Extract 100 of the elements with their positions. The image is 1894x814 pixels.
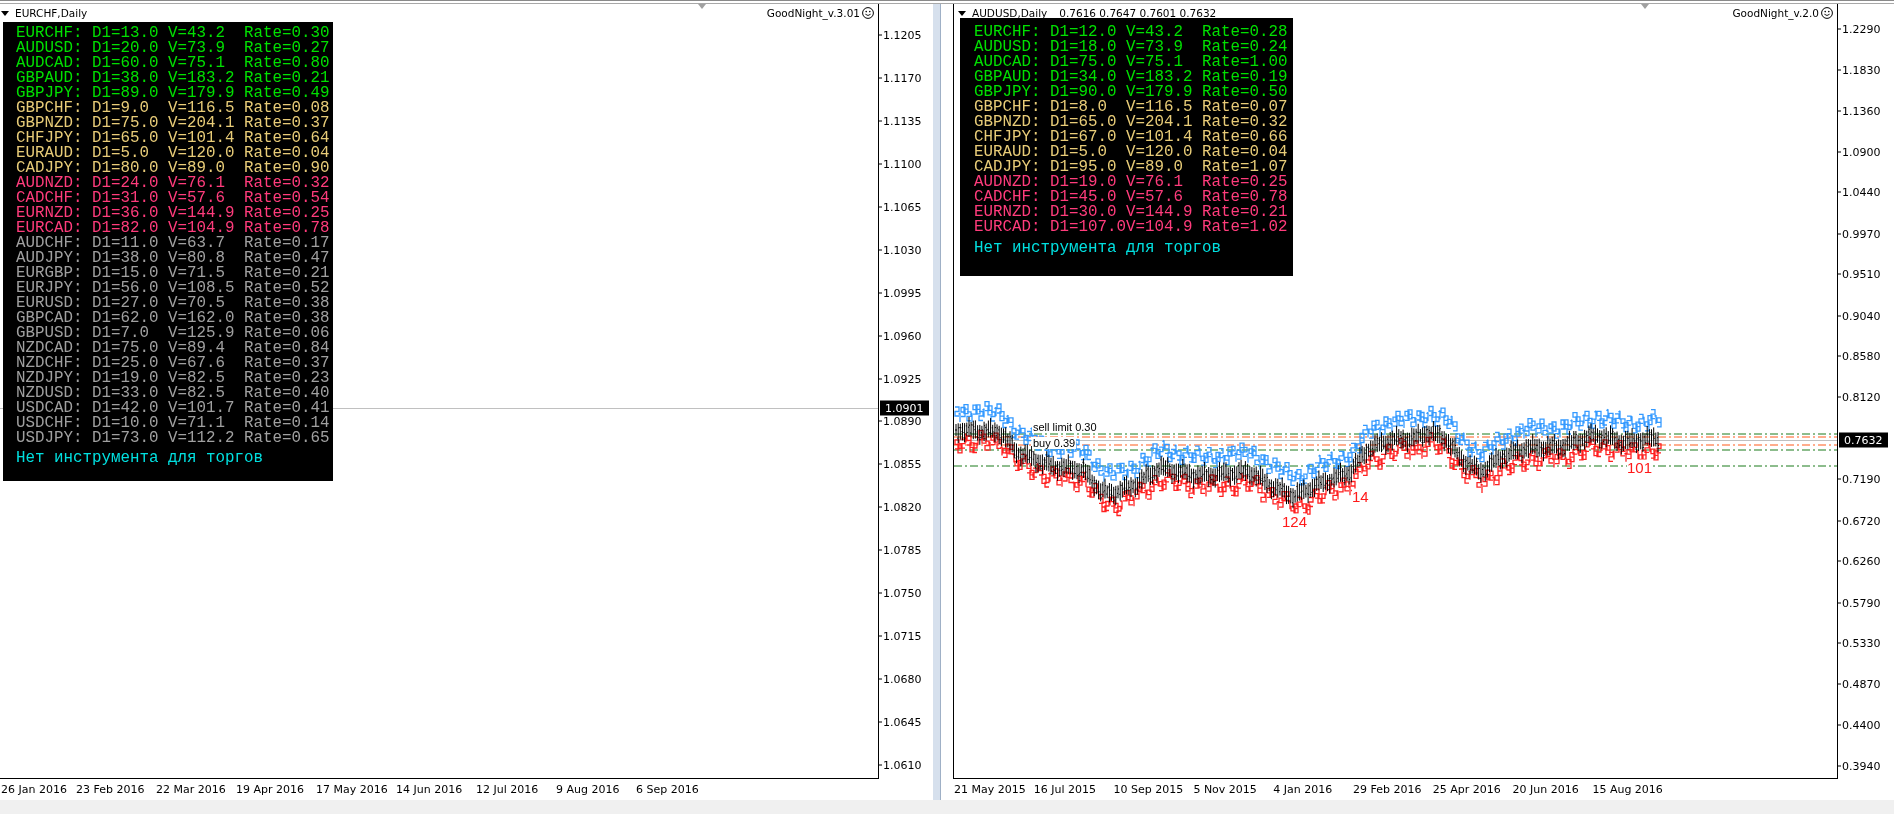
rate-value: Rate=0.78	[243, 221, 330, 236]
d1-value: D1=80.0	[92, 161, 159, 176]
d1-value: D1=65.0	[92, 131, 159, 146]
rate-value: Rate=0.25	[243, 206, 330, 221]
pair-name: CADCHF:	[16, 191, 83, 206]
pair-name: GBPAUD:	[974, 70, 1041, 85]
price-label: 1.0960	[883, 329, 922, 343]
bar-number-label: 14	[1352, 488, 1369, 504]
date-label: 26 Jan 2016	[1, 783, 67, 796]
price-label: 1.0890	[883, 414, 922, 428]
date-label: 19 Apr 2016	[236, 783, 304, 796]
pair-name: EURNZD:	[974, 205, 1041, 220]
date-label: 23 Feb 2016	[76, 783, 145, 796]
d1-value: D1=24.0	[92, 176, 159, 191]
pair-name: EURGBP:	[16, 266, 83, 281]
rate-value: Rate=0.65	[243, 431, 330, 446]
v-value: V=89.4	[167, 341, 225, 356]
rate-value: Rate=0.66	[1201, 130, 1288, 145]
price-label: 1.1135	[883, 114, 922, 128]
d1-value: D1=12.0	[1050, 25, 1117, 40]
date-label: 5 Nov 2015	[1193, 783, 1257, 796]
pair-name: AUDUSD:	[974, 40, 1041, 55]
v-value: V=71.5	[167, 266, 225, 281]
date-label: 20 Jun 2016	[1512, 783, 1579, 796]
v-value: V=104.9	[1125, 220, 1193, 235]
rate-value: Rate=0.54	[243, 191, 330, 206]
price-label: 1.1205	[883, 28, 922, 42]
pair-name: EURAUD:	[974, 145, 1041, 160]
d1-value: D1=19.0	[1050, 175, 1117, 190]
v-value: V=73.9	[167, 41, 225, 56]
rate-value: Rate=0.52	[243, 281, 330, 296]
chart-title: EURCHF,Daily	[15, 7, 88, 19]
chart-title: AUDUSD,Daily	[972, 7, 1048, 19]
rate-value: Rate=0.21	[1201, 205, 1288, 220]
v-value: V=73.9	[1125, 40, 1183, 55]
price-label: 1.1360	[1842, 104, 1881, 118]
pair-name: GBPNZD:	[974, 115, 1041, 130]
date-label: 6 Sep 2016	[636, 783, 699, 796]
v-value: V=43.2	[167, 26, 225, 41]
pair-name: NZDCAD:	[16, 341, 83, 356]
rate-value: Rate=0.21	[243, 71, 330, 86]
d1-value: D1=8.0	[1050, 100, 1107, 115]
v-value: V=204.1	[167, 116, 235, 131]
pair-name: EURCAD:	[974, 220, 1041, 235]
v-value: V=76.1	[167, 176, 225, 191]
dropdown-triangle-icon[interactable]	[958, 10, 966, 16]
date-label: 25 Apr 2016	[1432, 783, 1501, 796]
rate-value: Rate=0.38	[243, 311, 330, 326]
price-label: 0.4870	[1842, 677, 1881, 691]
v-value: V=204.1	[1125, 115, 1193, 130]
smiley-icon[interactable]	[1821, 7, 1833, 19]
v-value: V=57.6	[1125, 190, 1183, 205]
indicator-name: GoodNight_v.3.01	[766, 7, 860, 19]
smiley-icon[interactable]	[862, 7, 874, 19]
pair-name: GBPNZD:	[16, 116, 83, 131]
d1-value: D1=75.0	[92, 116, 159, 131]
d1-value: D1=89.0	[92, 86, 159, 101]
rate-value: Rate=0.90	[243, 161, 330, 176]
price-label: 1.0900	[1842, 145, 1881, 159]
v-value: V=101.7	[167, 401, 235, 416]
d1-value: D1=33.0	[92, 386, 159, 401]
d1-value: D1=95.0	[1050, 160, 1117, 175]
pair-name: GBPCAD:	[16, 311, 83, 326]
pair-name: NZDJPY:	[16, 371, 83, 386]
price-label: 0.6260	[1842, 554, 1881, 568]
pair-name: AUDCHF:	[16, 236, 83, 251]
d1-value: D1=90.0	[1050, 85, 1117, 100]
price-label: 1.1170	[883, 71, 922, 85]
d1-value: D1=38.0	[92, 71, 159, 86]
date-label: 14 Jun 2016	[396, 783, 463, 796]
d1-value: D1=9.0	[92, 101, 149, 116]
v-value: V=89.0	[1125, 160, 1183, 175]
v-value: V=75.1	[1125, 55, 1183, 70]
rate-value: Rate=0.23	[243, 371, 330, 386]
price-label: 1.0680	[883, 672, 922, 686]
v-value: V=162.0	[167, 311, 235, 326]
price-label: 1.0855	[883, 457, 922, 471]
date-label: 16 Jul 2015	[1033, 783, 1097, 796]
dropdown-triangle-icon[interactable]	[1, 10, 9, 16]
pair-name: AUDCAD:	[16, 56, 83, 71]
rate-value: Rate=0.08	[243, 101, 330, 116]
pair-name: EURUSD:	[16, 296, 83, 311]
d1-value: D1=20.0	[92, 41, 159, 56]
d1-value: D1=10.0	[92, 416, 159, 431]
date-label: 22 Mar 2016	[156, 783, 226, 796]
pair-name: NZDCHF:	[16, 356, 83, 371]
status-message: Нет инструмента для торгов	[16, 449, 263, 467]
d1-value: D1=45.0	[1050, 190, 1117, 205]
d1-value: D1=38.0	[92, 251, 159, 266]
pair-name: USDCHF:	[16, 416, 83, 431]
d1-value: D1=18.0	[1050, 40, 1117, 55]
v-value: V=116.5	[1125, 100, 1193, 115]
status-message: Нет инструмента для торгов	[974, 239, 1221, 257]
pair-name: EURCHF:	[16, 26, 83, 41]
v-value: V=82.5	[167, 386, 225, 401]
v-value: V=75.1	[167, 56, 225, 71]
rate-value: Rate=0.32	[243, 176, 330, 191]
price-label: 1.0715	[883, 629, 922, 643]
rate-value: Rate=1.02	[1201, 220, 1288, 235]
v-value: V=120.0	[167, 146, 235, 161]
